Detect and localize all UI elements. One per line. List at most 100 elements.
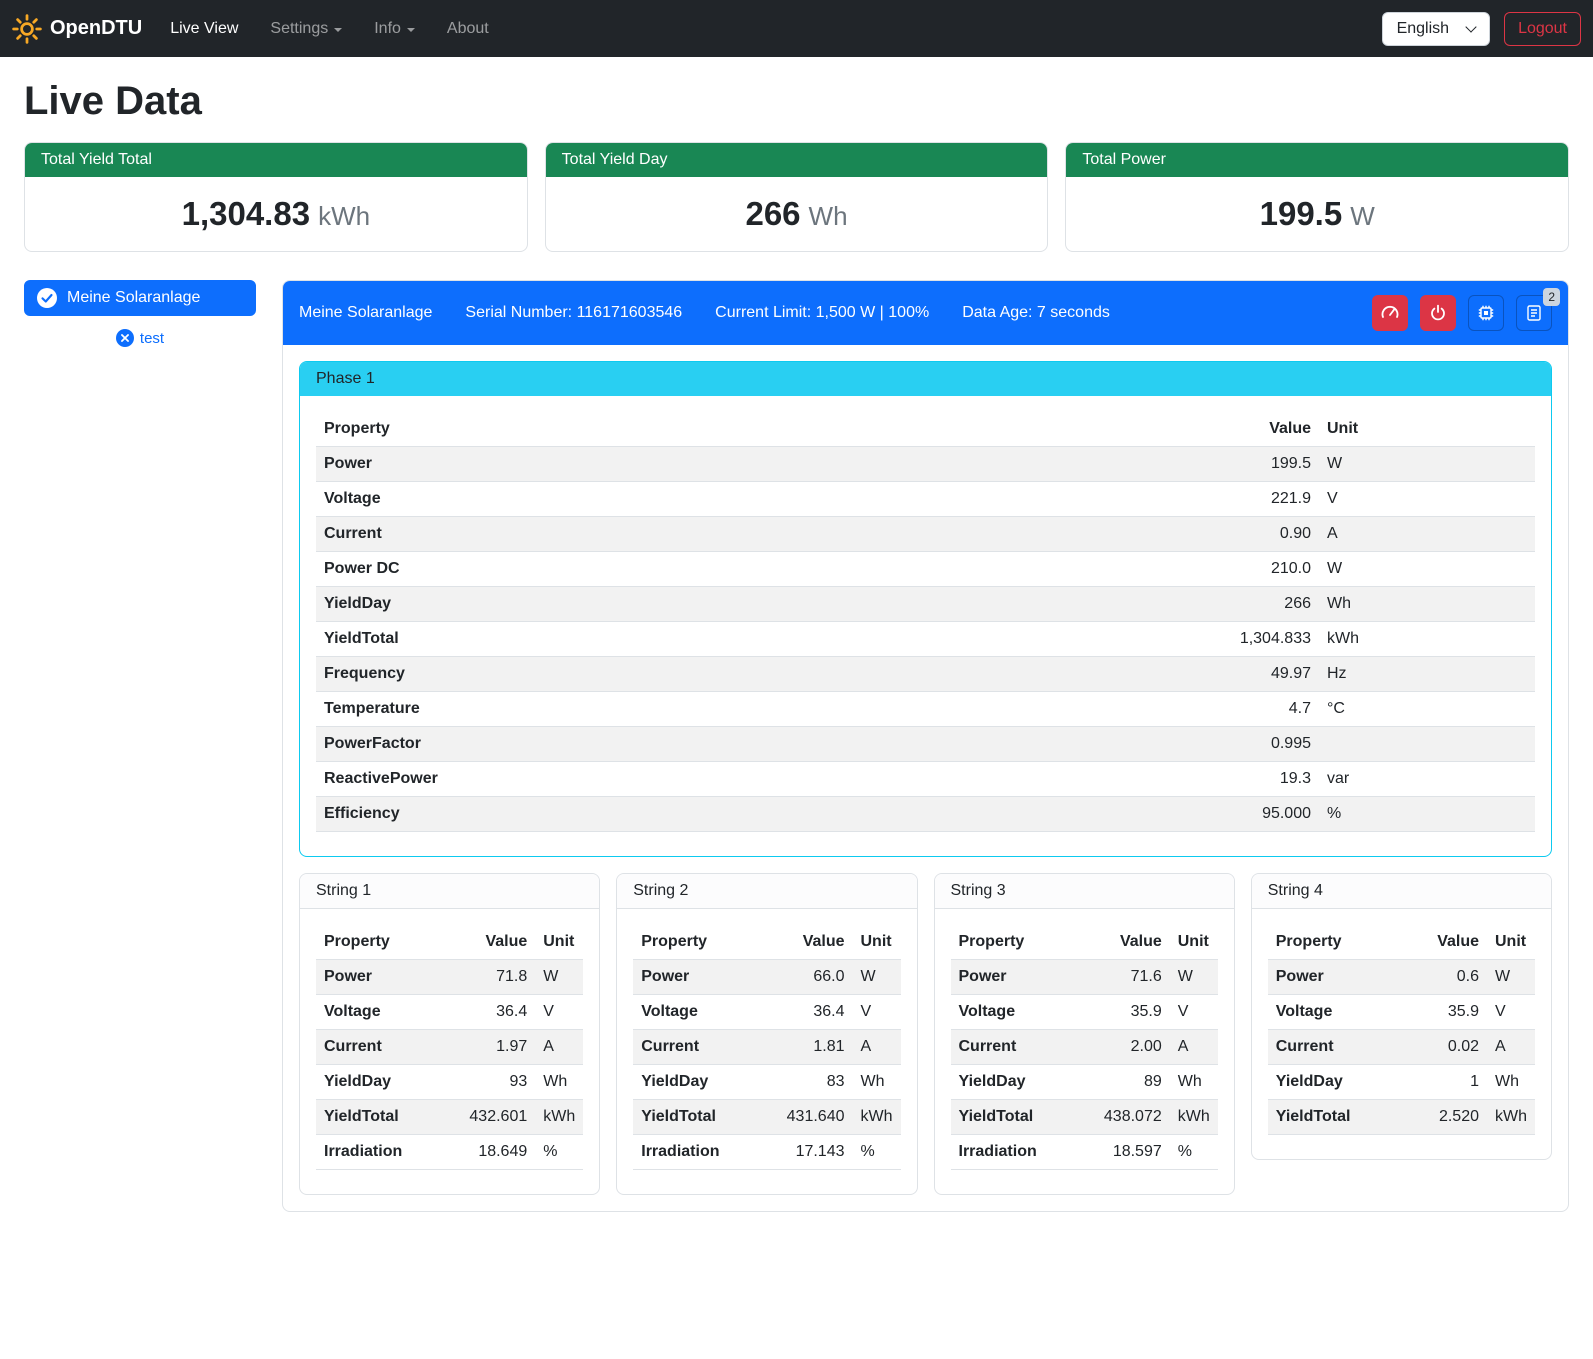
value-cell: 18.649 bbox=[443, 1135, 535, 1170]
column-header-property: Property bbox=[316, 412, 1207, 447]
summary-card-unit: kWh bbox=[318, 201, 370, 231]
column-header-unit: Unit bbox=[853, 925, 901, 960]
property-cell: Power bbox=[1268, 960, 1395, 995]
value-cell: 1.97 bbox=[443, 1030, 535, 1065]
event-log-button[interactable]: 2 bbox=[1516, 295, 1552, 331]
nav-item-about[interactable]: About bbox=[431, 12, 505, 46]
string-card-3: String 3 Property Value Unit bbox=[934, 873, 1235, 1195]
value-cell: 71.6 bbox=[1078, 960, 1170, 995]
column-header-unit: Unit bbox=[1170, 925, 1218, 960]
value-cell: 266 bbox=[1207, 587, 1319, 622]
table-row: Power66.0W bbox=[633, 960, 900, 995]
property-cell: Voltage bbox=[1268, 995, 1395, 1030]
property-cell: Voltage bbox=[316, 482, 1207, 517]
table-row: YieldDay89Wh bbox=[951, 1065, 1218, 1100]
value-cell: 1,304.833 bbox=[1207, 622, 1319, 657]
phase-card: Phase 1 Property Value Unit Power199.5WV… bbox=[299, 361, 1552, 857]
table-row: YieldDay266Wh bbox=[316, 587, 1535, 622]
value-cell: 49.97 bbox=[1207, 657, 1319, 692]
value-cell: 17.143 bbox=[761, 1135, 853, 1170]
inverter-item-test-label: test bbox=[140, 330, 164, 347]
table-row: YieldDay83Wh bbox=[633, 1065, 900, 1100]
inverter-select-button[interactable]: Meine Solaranlage bbox=[24, 280, 256, 316]
property-cell: Frequency bbox=[316, 657, 1207, 692]
navbar: OpenDTU Live View Settings Info About En… bbox=[0, 0, 1593, 57]
table-row: Irradiation18.649% bbox=[316, 1135, 583, 1170]
property-cell: Current bbox=[1268, 1030, 1395, 1065]
summary-card-value: 266 bbox=[745, 195, 800, 232]
table-row: Voltage36.4V bbox=[316, 995, 583, 1030]
column-header-value: Value bbox=[443, 925, 535, 960]
property-cell: YieldTotal bbox=[316, 622, 1207, 657]
property-cell: Current bbox=[951, 1030, 1078, 1065]
inverter-name: Meine Solaranlage bbox=[299, 304, 432, 322]
property-cell: Power DC bbox=[316, 552, 1207, 587]
language-select[interactable]: English bbox=[1382, 12, 1490, 46]
string-card-title: String 1 bbox=[300, 874, 599, 909]
table-row: Irradiation17.143% bbox=[633, 1135, 900, 1170]
table-row: Current2.00A bbox=[951, 1030, 1218, 1065]
inverter-item-test[interactable]: test bbox=[24, 329, 256, 347]
nav-links: Live View Settings Info About bbox=[154, 12, 505, 46]
limit-settings-button[interactable] bbox=[1372, 295, 1408, 331]
summary-card-total-power: Total Power 199.5W bbox=[1065, 142, 1569, 252]
chevron-down-icon bbox=[1465, 21, 1476, 32]
unit-cell: kWh bbox=[853, 1100, 901, 1135]
column-header-unit: Unit bbox=[1487, 925, 1535, 960]
power-icon bbox=[1428, 303, 1448, 323]
unit-cell: kWh bbox=[1487, 1100, 1535, 1135]
column-header-unit: Unit bbox=[535, 925, 583, 960]
table-row: PowerFactor0.995 bbox=[316, 727, 1535, 762]
x-circle-icon[interactable] bbox=[116, 329, 134, 347]
table-header-row: Property Value Unit bbox=[633, 925, 900, 960]
nav-item-live-view-label: Live View bbox=[170, 20, 238, 38]
value-cell: 0.995 bbox=[1207, 727, 1319, 762]
property-cell: Current bbox=[316, 517, 1207, 552]
unit-cell: kWh bbox=[535, 1100, 583, 1135]
string-card-body: Property Value Unit Power71.6WVoltage35.… bbox=[935, 909, 1234, 1194]
unit-cell: Hz bbox=[1319, 657, 1535, 692]
power-button[interactable] bbox=[1420, 295, 1456, 331]
logout-button[interactable]: Logout bbox=[1504, 12, 1581, 46]
string-table: Property Value Unit Power66.0WVoltage36.… bbox=[633, 925, 900, 1170]
nav-item-settings[interactable]: Settings bbox=[254, 12, 358, 46]
device-info-button[interactable] bbox=[1468, 295, 1504, 331]
summary-card-title: Total Power bbox=[1066, 143, 1568, 177]
value-cell: 0.02 bbox=[1395, 1030, 1487, 1065]
table-row: Temperature4.7°C bbox=[316, 692, 1535, 727]
property-cell: YieldDay bbox=[316, 587, 1207, 622]
value-cell: 0.90 bbox=[1207, 517, 1319, 552]
unit-cell: Wh bbox=[535, 1065, 583, 1100]
value-cell: 36.4 bbox=[761, 995, 853, 1030]
table-row: Power71.8W bbox=[316, 960, 583, 995]
string-card-2: String 2 Property Value Unit bbox=[616, 873, 917, 1195]
value-cell: 1.81 bbox=[761, 1030, 853, 1065]
table-row: Current0.02A bbox=[1268, 1030, 1535, 1065]
table-row: Power71.6W bbox=[951, 960, 1218, 995]
summary-card-title: Total Yield Day bbox=[546, 143, 1048, 177]
property-cell: Power bbox=[316, 447, 1207, 482]
unit-cell: W bbox=[1319, 552, 1535, 587]
table-row: Irradiation18.597% bbox=[951, 1135, 1218, 1170]
inverter-data-age: Data Age: 7 seconds bbox=[962, 304, 1110, 322]
string-card-title: String 3 bbox=[935, 874, 1234, 909]
string-card-1: String 1 Property Value Unit bbox=[299, 873, 600, 1195]
property-cell: Temperature bbox=[316, 692, 1207, 727]
property-cell: Irradiation bbox=[316, 1135, 443, 1170]
language-select-value: English bbox=[1397, 20, 1449, 38]
property-cell: Current bbox=[633, 1030, 760, 1065]
nav-item-live-view[interactable]: Live View bbox=[154, 12, 254, 46]
brand-link[interactable]: OpenDTU bbox=[12, 14, 142, 44]
inverter-panel-header: Meine Solaranlage Serial Number: 1161716… bbox=[283, 281, 1568, 345]
property-cell: Irradiation bbox=[951, 1135, 1078, 1170]
value-cell: 95.000 bbox=[1207, 797, 1319, 832]
column-header-property: Property bbox=[316, 925, 443, 960]
property-cell: YieldDay bbox=[316, 1065, 443, 1100]
column-header-property: Property bbox=[951, 925, 1078, 960]
caret-down-icon bbox=[334, 28, 342, 32]
summary-card-title: Total Yield Total bbox=[25, 143, 527, 177]
summary-card-body: 266Wh bbox=[546, 177, 1048, 251]
value-cell: 19.3 bbox=[1207, 762, 1319, 797]
table-row: Power DC210.0W bbox=[316, 552, 1535, 587]
nav-item-info[interactable]: Info bbox=[358, 12, 431, 46]
